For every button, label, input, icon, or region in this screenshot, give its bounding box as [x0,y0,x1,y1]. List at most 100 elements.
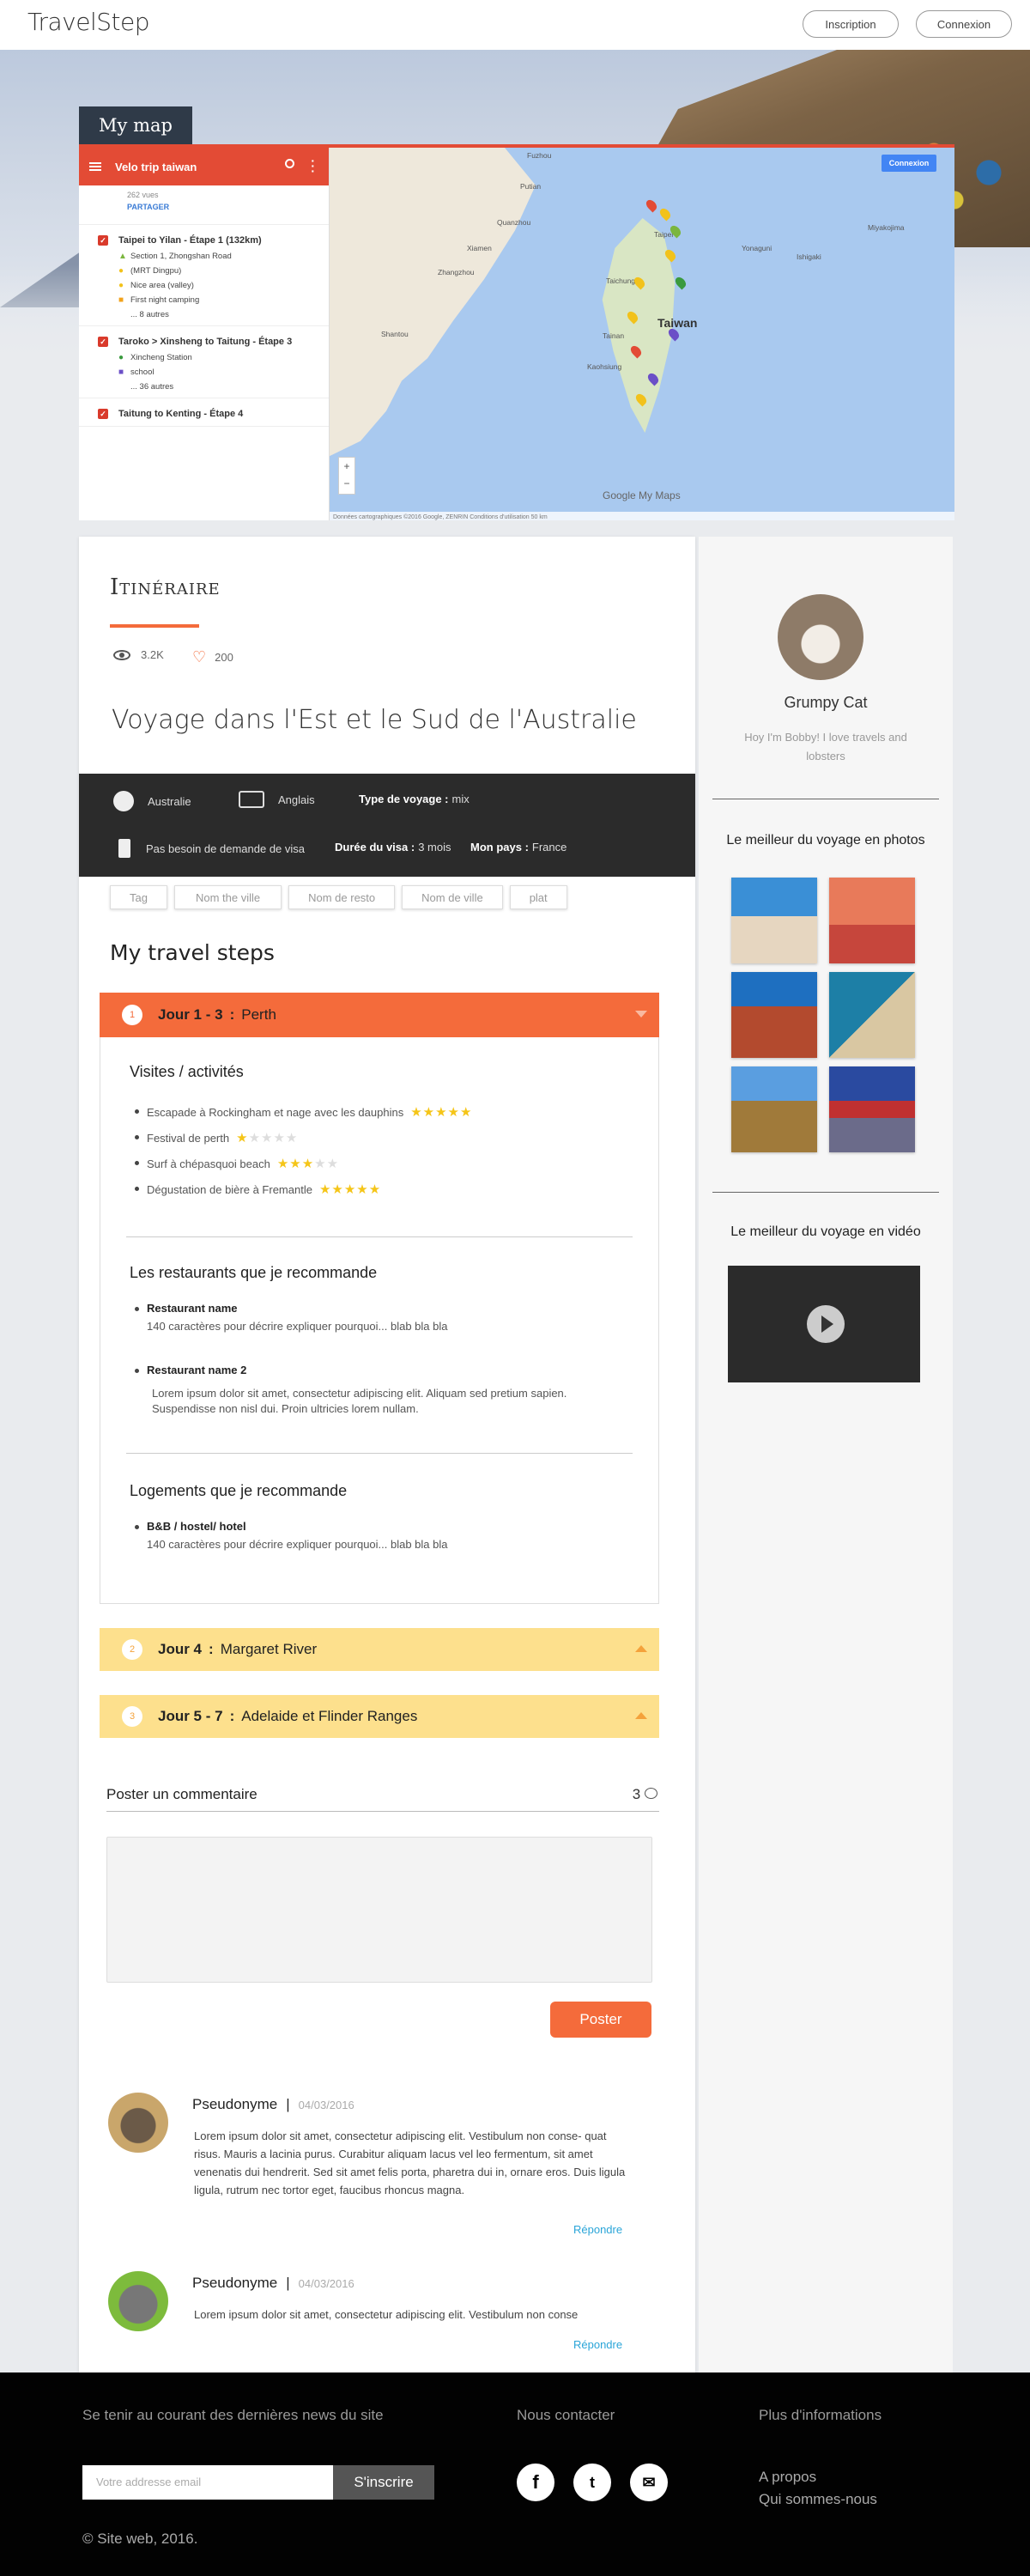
map-place: Quanzhou [497,218,531,227]
profile-avatar[interactable] [778,594,863,680]
map-canvas[interactable]: Fuzhou Putian Quanzhou Xiamen Zhangzhou … [330,148,954,520]
site-logo[interactable]: TravelStep [27,8,150,36]
map-layer[interactable]: ✓ Taipei to Yilan - Étape 1 (132km) ▲ Sect… [79,225,329,326]
comment-author: Pseudonyme | 04/03/2016 [192,2096,354,2112]
photo-thumbnail[interactable] [731,878,817,963]
avatar[interactable] [108,2271,168,2331]
avatar[interactable] [108,2093,168,2153]
collapse-icon[interactable] [635,1011,647,1018]
map-embed[interactable]: Velo trip taiwan · · · 262 vues PARTAGER ✓… [79,144,954,520]
pin-icon: ● [118,281,124,290]
visa-duration: 3 mois [418,841,451,854]
subscribe-button[interactable]: S'inscrire [333,2465,434,2500]
tag[interactable]: Nom the ville [173,885,282,909]
expand-icon[interactable] [635,1712,647,1719]
tag[interactable]: Tag [110,885,167,909]
more-items[interactable]: ... 36 autres [130,382,173,392]
map-layer[interactable]: ✓ Taroko > Xinsheng to Taitung - Étape 3 … [79,326,329,398]
photo-thumbnail[interactable] [731,1066,817,1152]
layer-item[interactable]: First night camping [130,295,199,305]
restaurant-desc: Lorem ipsum dolor sit amet, consectetur … [152,1387,567,1415]
more-items[interactable]: ... 8 autres [130,310,169,319]
layer-item[interactable]: Section 1, Zhongshan Road [130,252,232,261]
rating-stars: ★★★★★ [276,1157,340,1171]
step-separator: : [229,1708,235,1724]
comment-username[interactable]: Pseudonyme [192,2275,277,2291]
activity-label: Festival de perth [147,1131,230,1145]
newsletter-email-input[interactable]: Votre addresse email [82,2465,333,2500]
heart-icon[interactable]: ♡ [192,648,206,666]
author-sidebar [699,537,953,2372]
zoom-control[interactable]: + − [338,457,355,495]
who-we-are-link[interactable]: Qui sommes-nous [759,2491,877,2508]
map-layer[interactable]: ✓ Taitung to Kenting - Étape 4 [79,398,329,427]
trip-title: Voyage dans l'Est et le Sud de l'Austral… [112,705,637,735]
step-accordion-open[interactable]: 1 Jour 1 - 3 : Perth [100,993,659,1037]
map-marker[interactable] [657,206,673,222]
map-connect-button[interactable]: Connexion [882,155,936,172]
activities-heading: Visites / activités [130,1063,244,1080]
layer-item[interactable]: Nice area (valley) [130,281,194,290]
google-my-maps-logo: Google My Maps [603,489,681,501]
likes-stat[interactable]: ♡ 200 [192,648,233,666]
reply-link[interactable]: Répondre [573,2223,622,2236]
video-player[interactable] [728,1266,920,1382]
bike-icon: ▲ [118,252,127,261]
restaurant-desc: 140 caractères pour décrire expliquer po… [147,1320,448,1333]
divider [712,1192,939,1193]
share-link[interactable]: PARTAGER [127,203,281,211]
photo-thumbnail[interactable] [731,972,817,1058]
post-comment-button[interactable]: Poster [550,2002,651,2038]
step-accordion[interactable]: 3 Jour 5 - 7 : Adelaide et Flinder Range… [100,1695,659,1738]
map-sidebar: Velo trip taiwan · · · 262 vues PARTAGER ✓… [79,148,330,520]
tag[interactable]: plat [509,885,567,909]
step-place: Adelaide et Flinder Ranges [241,1708,418,1724]
play-icon[interactable] [807,1305,845,1343]
expand-icon[interactable] [635,1645,647,1652]
menu-icon[interactable] [89,162,101,171]
map-marker[interactable] [673,275,688,290]
mail-icon[interactable]: ✉ [630,2464,668,2501]
more-vert-icon[interactable]: · · · [311,155,315,177]
layer-item[interactable]: (MRT Dingpu) [130,266,181,276]
layer-item[interactable]: Xincheng Station [130,353,192,362]
comment-textarea[interactable] [106,1837,652,1983]
rating-stars: ★★★★★ [318,1182,382,1197]
map-marker[interactable] [644,197,659,213]
reply-link[interactable]: Répondre [573,2338,622,2351]
layer-checkbox[interactable]: ✓ [98,409,108,419]
photo-thumbnail[interactable] [829,972,915,1058]
about-link[interactable]: A propos [759,2469,816,2486]
tag[interactable]: Nom de ville [402,885,503,909]
restaurant-name: Restaurant name 2 [134,1364,247,1376]
step-days: Jour 4 [158,1641,203,1657]
layer-checkbox[interactable]: ✓ [98,235,108,246]
rating-stars: ★★★★★ [410,1105,473,1120]
signup-button[interactable]: Inscription [803,10,899,38]
map-place: Tainan [603,331,625,340]
comment-count: 3 [633,1786,657,1803]
passport-icon [118,839,130,858]
my-map-tab[interactable]: My map [79,106,192,144]
search-icon[interactable] [285,159,294,168]
restaurants-heading: Les restaurants que je recommande [130,1264,378,1281]
profile-name[interactable]: Grumpy Cat [699,694,953,712]
photo-thumbnail[interactable] [829,1066,915,1152]
bed-icon: ■ [118,295,124,305]
layer-item[interactable]: school [130,368,154,377]
map-place: Xiamen [467,244,492,252]
facebook-icon[interactable]: f [517,2464,554,2501]
twitter-icon[interactable]: t [573,2464,611,2501]
eye-icon [113,649,130,660]
step-number: 2 [122,1639,142,1660]
activity-label: Escapade à Rockingham et nage avec les d… [147,1105,404,1119]
layer-checkbox[interactable]: ✓ [98,337,108,347]
step-accordion[interactable]: 2 Jour 4 : Margaret River [100,1628,659,1671]
comment-username[interactable]: Pseudonyme [192,2096,277,2112]
photos-heading: Le meilleur du voyage en photos [726,833,925,848]
map-views: 262 vues [127,191,159,199]
photo-thumbnail[interactable] [829,878,915,963]
login-button[interactable]: Connexion [916,10,1012,38]
tag[interactable]: Nom de resto [288,885,396,909]
map-place: Kaohsiung [587,362,622,371]
